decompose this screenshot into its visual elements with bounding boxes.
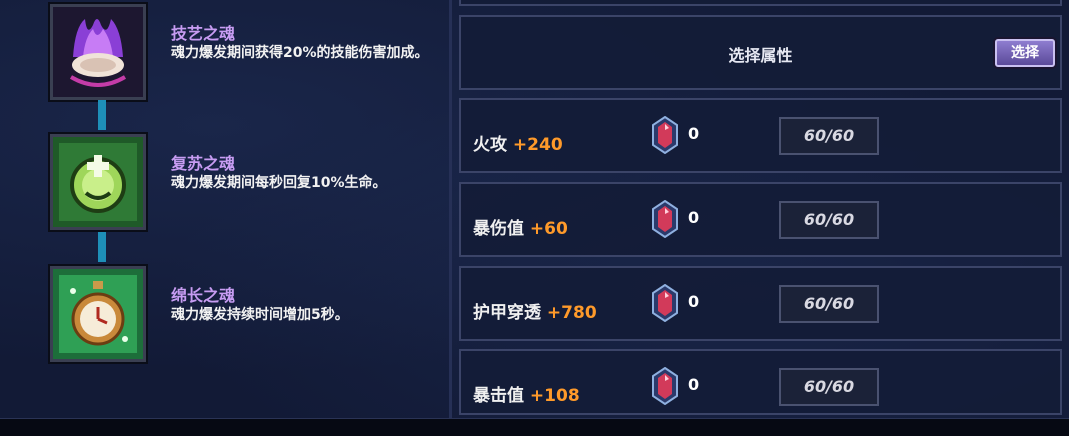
select-attribute-title: 选择属性 bbox=[728, 46, 793, 65]
stat-bonus: +60 bbox=[529, 219, 568, 239]
soul-connector bbox=[98, 232, 106, 262]
soul-gem-icon bbox=[651, 199, 679, 239]
stat-row-armor-penetration[interactable]: 护甲穿透 +780 0 60/60 bbox=[459, 266, 1062, 341]
soul-description: 魂力爆发期间获得20%的技能伤害加成。 bbox=[171, 45, 429, 61]
stat-name: 暴伤值 +60 bbox=[473, 219, 568, 239]
stat-bonus: +240 bbox=[512, 135, 563, 155]
soul-gem-icon bbox=[651, 115, 679, 155]
soul-name: 绵长之魂 bbox=[171, 286, 236, 305]
stat-name: 护甲穿透 +780 bbox=[473, 303, 597, 323]
green-healing-orb-icon[interactable] bbox=[50, 134, 146, 230]
soul-description: 魂力爆发期间每秒回复10%生命。 bbox=[171, 175, 387, 191]
stat-bonus: +780 bbox=[546, 303, 597, 323]
green-stopwatch-icon[interactable] bbox=[50, 266, 146, 362]
purple-flame-shell-icon[interactable] bbox=[50, 4, 146, 100]
gem-count: 0 bbox=[688, 208, 700, 227]
soul-gem-icon bbox=[651, 366, 679, 406]
stat-bonus: +108 bbox=[529, 386, 580, 406]
soul-gem-icon bbox=[651, 283, 679, 323]
stat-name: 暴击值 +108 bbox=[473, 386, 580, 406]
gem-count: 0 bbox=[688, 124, 700, 143]
panel-above bbox=[459, 0, 1062, 6]
level-display: 60/60 bbox=[779, 201, 879, 239]
stat-row-crit-damage[interactable]: 暴伤值 +60 0 60/60 bbox=[459, 182, 1062, 257]
level-display: 60/60 bbox=[779, 117, 879, 155]
soul-description: 魂力爆发持续时间增加5秒。 bbox=[171, 307, 349, 323]
select-button[interactable]: 选择 bbox=[995, 39, 1055, 67]
column-divider bbox=[449, 0, 452, 418]
soul-name: 复苏之魂 bbox=[171, 154, 236, 173]
stat-row-fire-attack[interactable]: 火攻 +240 0 60/60 bbox=[459, 98, 1062, 173]
level-display: 60/60 bbox=[779, 285, 879, 323]
gem-count: 0 bbox=[688, 375, 700, 394]
soul-connector bbox=[98, 100, 106, 130]
gem-count: 0 bbox=[688, 292, 700, 311]
stat-row-crit-rate[interactable]: 暴击值 +108 0 60/60 bbox=[459, 349, 1062, 415]
level-display: 60/60 bbox=[779, 368, 879, 406]
soul-name: 技艺之魂 bbox=[171, 24, 236, 43]
bottom-bar bbox=[0, 418, 1069, 436]
select-attribute-panel: 选择属性 选择 bbox=[459, 15, 1062, 90]
stat-name: 火攻 +240 bbox=[473, 135, 563, 155]
